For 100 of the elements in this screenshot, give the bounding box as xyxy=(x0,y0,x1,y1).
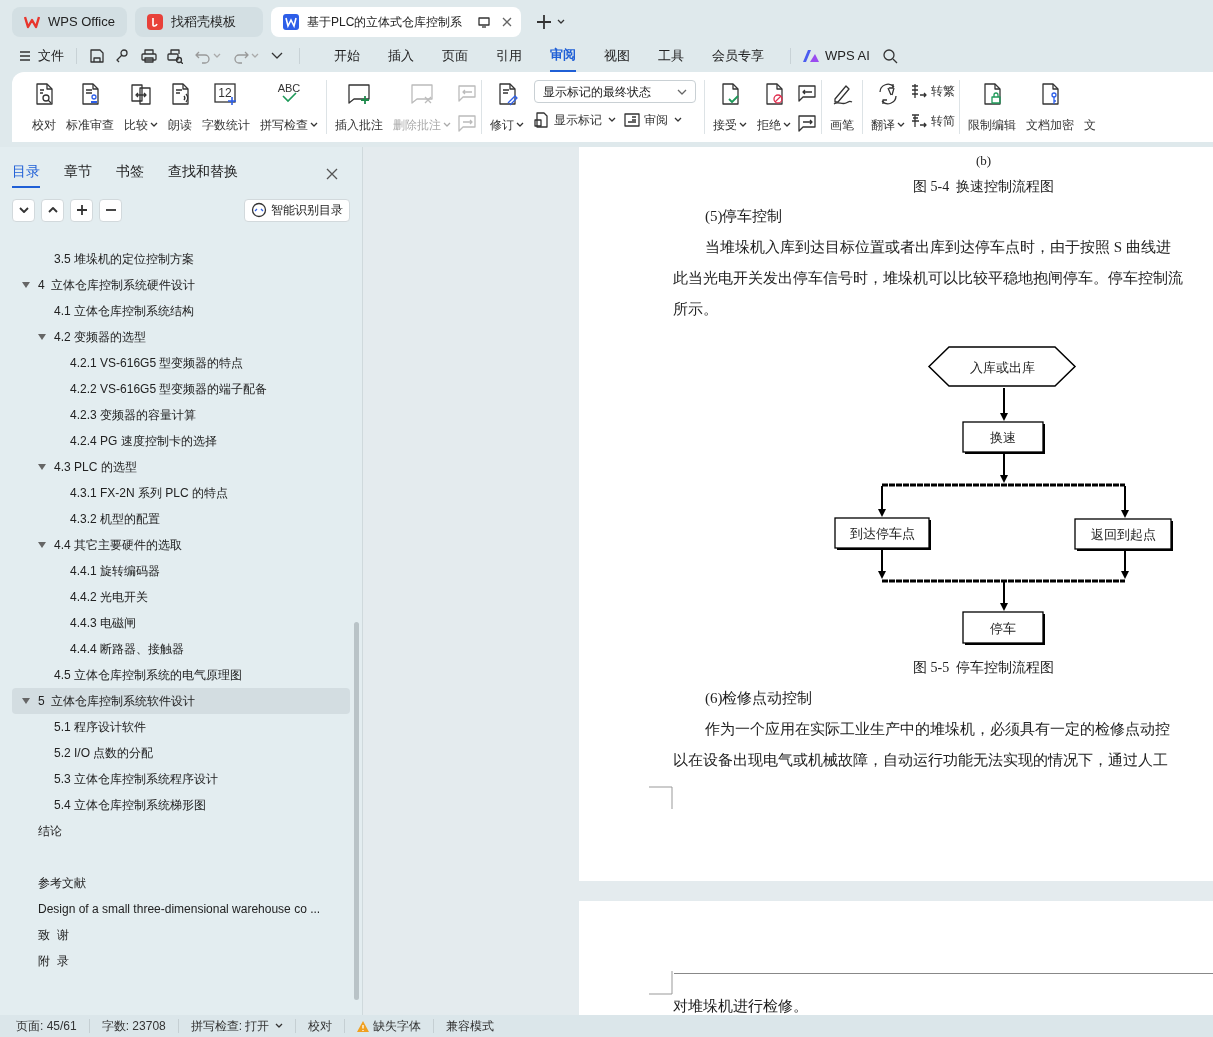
bubble-arrow-icon xyxy=(457,114,477,132)
search-icon xyxy=(881,48,898,64)
toc-item[interactable]: 4.3.1 FX-2N 系列 PLC 的特点 xyxy=(12,480,350,506)
smart-toc-button[interactable]: 智能识别目录 xyxy=(244,198,350,222)
menu-tab[interactable]: 会员专享 xyxy=(712,40,764,72)
ribbon-button[interactable]: 接受 xyxy=(709,80,751,136)
body-text-line: 作为一个应用在实际工业生产中的堆垛机，必须具有一定的检修点动控 xyxy=(704,720,1171,739)
ribbon-button[interactable]: 校对 xyxy=(28,80,60,136)
file-menu[interactable]: 文件 xyxy=(38,46,64,66)
status-item: 页面: 45/61 xyxy=(16,1018,77,1035)
sidebar-tab[interactable]: 目录 xyxy=(12,160,40,188)
caret-icon xyxy=(150,122,158,128)
toc-item[interactable]: 4.3.2 机型的配置 xyxy=(12,506,350,532)
toc-item[interactable]: 5 立体仓库控制系统软件设计 xyxy=(12,688,350,714)
flowchart-node: 返回到起点 xyxy=(1074,518,1173,551)
translate-icon xyxy=(876,82,900,106)
caret-icon xyxy=(557,19,565,25)
convert-simplified-icon xyxy=(911,113,927,129)
sidebar-tab[interactable]: 书签 xyxy=(116,160,144,188)
compare-documents-icon xyxy=(129,82,153,106)
ribbon-button[interactable]: 审阅 xyxy=(624,111,682,129)
ribbon-button[interactable]: 文 xyxy=(1080,80,1100,136)
section-heading: (5)停车控制 xyxy=(704,207,784,226)
tab[interactable]: 基于PLC的立体式仓库控制系 xyxy=(271,7,521,37)
toc-item[interactable]: 参考文献 xyxy=(12,870,350,896)
flow-arrow xyxy=(878,548,886,579)
bubble-arrow-icon xyxy=(797,114,817,132)
document-markup-icon xyxy=(534,112,550,128)
ribbon-button[interactable]: 画笔 xyxy=(826,80,858,136)
crop-mark xyxy=(649,971,673,995)
ribbon-button[interactable]: 文档加密 xyxy=(1022,80,1078,136)
menu-tab[interactable]: 页面 xyxy=(442,40,468,72)
ribbon-button[interactable]: 限制编辑 xyxy=(964,80,1020,136)
status-item[interactable]: 缺失字体 xyxy=(357,1017,422,1035)
toc-item[interactable]: 4.3 PLC 的选型 xyxy=(12,454,350,480)
expand-button[interactable] xyxy=(41,198,64,222)
toc-item[interactable]: 5.4 立体仓库控制系统梯形图 xyxy=(12,792,350,818)
status-item[interactable]: 兼容模式 xyxy=(446,1017,495,1035)
wps-logo-icon xyxy=(24,15,40,29)
ribbon-button[interactable]: ABC 拼写检查 xyxy=(256,80,322,136)
status-item[interactable]: 拼写检查: 打开 xyxy=(190,1017,284,1035)
warning-icon xyxy=(357,1020,370,1032)
toc-item[interactable]: 4.2.1 VS-616G5 型变频器的特点 xyxy=(12,350,350,376)
toc-item[interactable]: 4.4.2 光电开关 xyxy=(12,584,350,610)
caret-icon xyxy=(897,122,905,128)
ribbon-button[interactable]: 朗读 xyxy=(164,80,196,136)
ribbon-button[interactable]: 插入批注 xyxy=(331,80,387,136)
ribbon-button[interactable]: 转简 xyxy=(911,112,955,130)
writer-doc-icon xyxy=(283,14,299,30)
tab[interactable]: 找稻壳模板 xyxy=(135,7,263,37)
toc-item[interactable]: 3.5 堆垛机的定位控制方案 xyxy=(12,246,350,272)
toc-item[interactable]: 4.4 其它主要硬件的选取 xyxy=(12,532,350,558)
toc-item[interactable]: 4.2 变频器的选型 xyxy=(12,324,350,350)
flow-arrow xyxy=(1121,549,1129,579)
toc-item[interactable]: 致 谢 xyxy=(12,922,350,948)
ribbon-button[interactable]: 比较 xyxy=(120,80,162,136)
toc-item[interactable]: 4.2.2 VS-616G5 型变频器的端子配备 xyxy=(12,376,350,402)
wps-ai-logo-icon xyxy=(803,50,819,62)
display-mode-select[interactable]: 显示标记的最终状态 xyxy=(534,80,696,103)
ribbon-button[interactable]: 修订 xyxy=(486,80,528,136)
ribbon-button[interactable]: 拒绝 xyxy=(753,80,795,136)
toc-item[interactable]: 附 录 xyxy=(12,948,350,974)
sidebar-tab[interactable]: 查找和替换 xyxy=(168,160,238,188)
menu-tab[interactable]: 视图 xyxy=(604,40,630,72)
ribbon-button[interactable]: 12 字数统计 xyxy=(198,80,254,136)
figure-caption: 图 5-4 换速控制流程图 xyxy=(913,178,1056,196)
sidebar-tab[interactable]: 章节 xyxy=(64,160,92,188)
add-tab-icon xyxy=(537,15,551,29)
toc-item[interactable]: 4.5 立体仓库控制系统的电气原理图 xyxy=(12,662,350,688)
toc-item[interactable]: Design of a small three-dimensional warehouse co ... xyxy=(12,896,350,922)
toc-item[interactable]: 4.1 立体仓库控制系统结构 xyxy=(12,298,350,324)
toc-item[interactable]: 5.2 I/O 点数的分配 xyxy=(12,740,350,766)
add-level-button[interactable] xyxy=(70,198,93,222)
ribbon-button[interactable]: 翻译 xyxy=(867,80,909,136)
status-item[interactable]: 校对 xyxy=(308,1017,333,1035)
tab[interactable]: WPS Office xyxy=(12,7,127,37)
ribbon-button[interactable]: 显示标记 xyxy=(534,111,616,129)
flow-arrow xyxy=(1121,485,1129,518)
menu-tab[interactable]: 开始 xyxy=(334,40,360,72)
print-preview-icon xyxy=(167,48,183,64)
ribbon-button[interactable]: 标准审查 xyxy=(62,80,118,136)
toc-item[interactable]: 4.2.4 PG 速度控制卡的选择 xyxy=(12,428,350,454)
wps-ai-button[interactable]: WPS AI xyxy=(825,46,870,66)
toc-item[interactable]: 5.1 程序设计软件 xyxy=(12,714,350,740)
next-button[interactable] xyxy=(797,114,817,132)
remove-level-button[interactable] xyxy=(99,198,122,222)
toc-item[interactable]: 4.4.3 电磁闸 xyxy=(12,610,350,636)
scrollbar[interactable] xyxy=(354,622,359,1000)
toc-item[interactable]: 5.3 立体仓库控制系统程序设计 xyxy=(12,766,350,792)
ribbon-button[interactable]: 转繁 xyxy=(911,82,955,100)
toc-item[interactable]: 4 立体仓库控制系统硬件设计 xyxy=(12,272,350,298)
toc-item[interactable]: 4.2.3 变频器的容量计算 xyxy=(12,402,350,428)
menu-tab[interactable]: 工具 xyxy=(658,40,684,72)
previous-button[interactable] xyxy=(797,84,817,102)
toc-item[interactable]: 4.4.4 断路器、接触器 xyxy=(12,636,350,662)
toc-item[interactable]: 4.4.1 旋转编码器 xyxy=(12,558,350,584)
menu-tab[interactable]: 引用 xyxy=(496,40,522,72)
toc-item[interactable]: 结论 xyxy=(12,818,350,844)
collapse-button[interactable] xyxy=(12,198,35,222)
menu-tab[interactable]: 插入 xyxy=(388,40,414,72)
